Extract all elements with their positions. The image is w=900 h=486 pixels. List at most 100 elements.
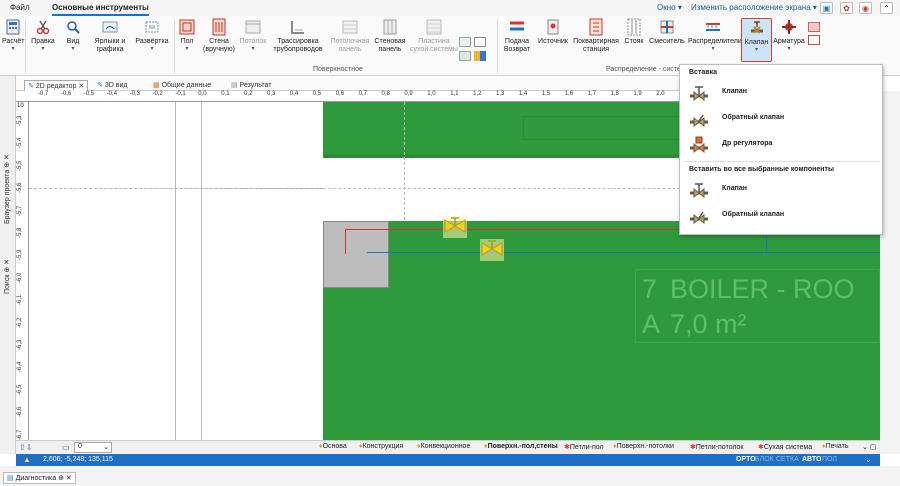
layer-convection[interactable]: ♦Конвекционное	[417, 443, 470, 450]
tab-3d-view-label: 3D вид	[104, 82, 128, 89]
unfold-button[interactable]: Развёртка ▾	[133, 18, 171, 53]
tab-general-data[interactable]: ▦ Общие данные	[150, 80, 214, 91]
edit-button[interactable]: Правка ▾	[30, 18, 56, 53]
small-grid-icon[interactable]	[459, 37, 471, 47]
tab-3d-view[interactable]: ✎ 3D вид	[94, 80, 130, 91]
fitting-button[interactable]: Арматура ▾	[772, 18, 806, 53]
small-tool-icon[interactable]	[808, 22, 820, 32]
floor-button[interactable]: Пол ▾	[176, 18, 198, 53]
tab-result-label: Результат	[239, 82, 272, 89]
ceiling-button[interactable]: Потолок ▾	[238, 18, 268, 53]
ruler-top-tick: 2,0	[656, 91, 665, 97]
labels-button[interactable]: Ярлыки и графика	[92, 18, 128, 54]
fitting-icon	[778, 18, 800, 36]
ruler-left-tick: -5,7	[17, 205, 23, 216]
regulator-icon	[690, 136, 708, 153]
ruler-top-tick: 0,5	[312, 91, 322, 97]
small-table-icon[interactable]	[459, 51, 471, 61]
tab-diagnostics[interactable]: ▤ Диагностика ⊕ ✕	[3, 472, 76, 484]
dry-plate-button[interactable]: Пластина сухой системы	[409, 18, 459, 54]
ruler-top-tick: 1,9	[633, 91, 642, 97]
source-button[interactable]: Источник	[536, 18, 570, 46]
layer-surface-floor-walls[interactable]: ♦Поверхн.-пол,стены	[484, 443, 558, 450]
window-menu-label: Окно	[657, 3, 676, 12]
small-color-icon[interactable]	[474, 51, 486, 61]
view-3d-icon: ✎	[97, 82, 103, 89]
collapse-ribbon-icon[interactable]: ⌃	[880, 2, 893, 14]
project-browser-label: Браузер проекта	[4, 169, 11, 224]
menu-bar: Файл Основные инструменты Окно ▾ Изменит…	[0, 0, 900, 16]
mode-snap[interactable]: БЛОК	[755, 456, 774, 463]
source-icon	[542, 18, 564, 36]
layers-dropdown[interactable]: ⌄ ▢	[862, 443, 876, 451]
menu-item-valve-label: Клапан	[722, 88, 747, 95]
layer-surface-floor-walls-label: Поверхн.-пол,стены	[487, 443, 558, 450]
wall-panel-icon	[379, 18, 401, 36]
valve-button[interactable]: Клапан ▾	[741, 18, 772, 62]
plugin-icon[interactable]: ✿	[840, 2, 853, 14]
riser-button[interactable]: Стояк	[622, 18, 646, 46]
mode-grid[interactable]: СЕТКА	[776, 456, 799, 463]
bottom-dock: ▤ Диагностика ⊕ ✕	[0, 466, 900, 486]
layer-icon: ▭	[62, 443, 70, 452]
boiler-block[interactable]	[323, 221, 389, 288]
chevron-down-icon: ⌄	[103, 444, 109, 451]
chevron-down-icon[interactable]: ⌄	[865, 455, 872, 464]
ruler-top-tick: 1,5	[541, 91, 551, 97]
small-frame-icon[interactable]	[474, 37, 486, 47]
help-icon[interactable]: ◉	[859, 2, 872, 14]
wall-button[interactable]: Стена (вручную)	[202, 18, 236, 54]
layer-loops-floor-label: Петли-пол	[569, 444, 604, 451]
search-tab[interactable]: Поиск ⊕ ✕	[3, 259, 11, 294]
mode-ortho[interactable]: ОРТО	[736, 456, 756, 463]
check-valve-icon	[690, 114, 708, 127]
layer-combo[interactable]: 0 ⌄	[74, 442, 112, 453]
menu-tab-main-tools[interactable]: Основные инструменты	[52, 3, 149, 16]
layer-surface-ceiling[interactable]: ♦Поверхн.-потолки	[613, 443, 674, 450]
menu-section-insert-all: Вставить во все выбранные компоненты	[689, 166, 834, 173]
calc-button[interactable]: Расчёт ▾	[2, 18, 25, 53]
tab-2d-editor[interactable]: ✎ 2D редактор ✕	[24, 80, 89, 91]
supply-return-button[interactable]: Подача Возврат	[500, 18, 534, 54]
menu-item-check-valve-all[interactable]: Обратный клапан	[684, 203, 880, 227]
warning-icon[interactable]: ▲	[23, 455, 31, 464]
ceiling-panel-button[interactable]: Потолочная панель	[329, 18, 371, 54]
layer-construction[interactable]: ♦Конструкция	[359, 443, 403, 450]
tab-result[interactable]: ▤ Результат	[228, 80, 274, 91]
layout-menu[interactable]: Изменить расположение экрана ▾	[691, 3, 817, 12]
valve-symbol[interactable]	[442, 215, 468, 239]
menu-item-check-valve[interactable]: Обратный клапан	[684, 106, 880, 130]
supply-pipe-vertical[interactable]	[345, 229, 346, 254]
ruler-top-tick: 1,4	[518, 91, 528, 97]
window-menu[interactable]: Окно ▾	[657, 3, 682, 12]
fitting-label: Арматура	[773, 38, 805, 45]
mode-floor[interactable]: ПОЛ	[822, 456, 837, 463]
distributor-button[interactable]: Распределители ▾	[688, 18, 742, 53]
project-browser-tab[interactable]: Браузер проекта ⊕ ✕	[3, 154, 11, 224]
ruler-top-tick: 0,9	[404, 91, 413, 97]
valve-label: Клапан	[744, 39, 769, 46]
window-icon[interactable]: ▣	[820, 2, 833, 14]
menu-item-pressure-regulator[interactable]: Др регулятора	[684, 132, 880, 156]
return-pipe[interactable]	[367, 252, 880, 253]
mixer-button[interactable]: Смеситель	[648, 18, 686, 46]
small-tool-icon[interactable]	[808, 35, 820, 45]
layer-base[interactable]: ♦Основа	[319, 443, 347, 450]
valve-symbol[interactable]	[479, 238, 505, 262]
ruler-top-tick: 0,4	[289, 91, 299, 97]
layer-loops-floor[interactable]: ✱Петли-пол	[564, 443, 604, 451]
view-button[interactable]: Вид ▾	[62, 18, 84, 53]
pin-icon[interactable]: ⇧⇩	[19, 443, 32, 452]
dry-plate-label: Пластина сухой системы	[410, 38, 458, 53]
menu-item-valve-all[interactable]: Клапан	[684, 177, 880, 201]
layer-dry-system[interactable]: ✱Сухая система	[758, 443, 812, 451]
wall-panel-button[interactable]: Стеновая панель	[373, 18, 407, 54]
menu-tab-file[interactable]: Файл	[10, 3, 30, 12]
layer-print[interactable]: ♦Печать	[822, 443, 849, 450]
mode-auto[interactable]: АВТО	[802, 456, 821, 463]
search-label: Поиск	[4, 274, 11, 294]
menu-item-valve[interactable]: Клапан	[684, 80, 880, 104]
station-button[interactable]: Поквартирная станция	[572, 18, 620, 54]
pipe-route-button[interactable]: Трассировка трубопроводов	[272, 18, 324, 54]
layer-loops-ceiling[interactable]: ✱Петли-потолок	[690, 443, 743, 451]
